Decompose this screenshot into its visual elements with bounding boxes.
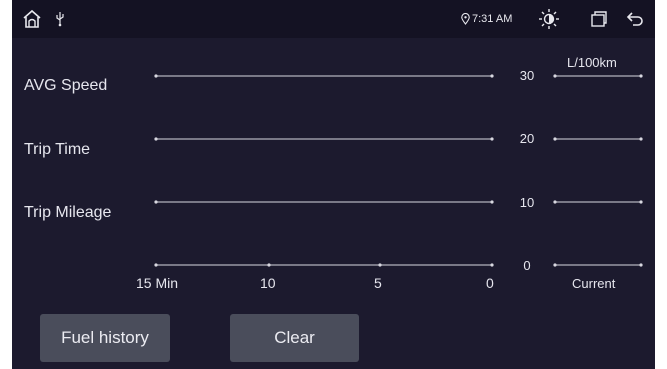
- fuel-value-30: 30: [519, 68, 535, 83]
- trip-computer-screen: 7:31 AM AVG Speed Trip Time Trip Mileage…: [12, 0, 655, 369]
- fuel-value-20: 20: [519, 131, 535, 146]
- current-trip-mileage-gridline-end: [639, 200, 643, 204]
- trip-mileage-gridline-start: [154, 200, 158, 204]
- avg-speed-label: AVG Speed: [24, 77, 108, 94]
- trip-time-gridline-end: [490, 137, 494, 141]
- time-axis-gridline-start: [154, 263, 158, 267]
- current-avg-speed-gridline-start: [553, 74, 557, 78]
- current-time-axis-gridline-end: [639, 263, 643, 267]
- time-label-5: 5: [374, 275, 382, 291]
- current-trip-time-gridline-end: [639, 137, 643, 141]
- time-axis-gridline-end: [490, 263, 494, 267]
- time-label-15-min: 15 Min: [136, 275, 179, 291]
- current-trip-time-gridline-start: [553, 137, 557, 141]
- time-label-10: 10: [260, 275, 276, 291]
- clear-button[interactable]: Clear: [230, 314, 359, 362]
- trip-mileage-gridline-end: [490, 200, 494, 204]
- trip-time-gridline-start: [154, 137, 158, 141]
- avg-speed-gridline-end: [490, 74, 494, 78]
- fuel-history-button[interactable]: Fuel history: [40, 314, 170, 362]
- current-trip-mileage-gridline-start: [553, 200, 557, 204]
- current-avg-speed-gridline-end: [639, 74, 643, 78]
- avg-speed-gridline-start: [154, 74, 158, 78]
- time-axis-tick-1: [378, 263, 382, 267]
- current-time-axis-gridline-start: [553, 263, 557, 267]
- current-label: Current: [572, 276, 616, 291]
- trip-mileage-label: Trip Mileage: [24, 204, 112, 221]
- time-axis-tick-0: [267, 263, 271, 267]
- fuel-value-0: 0: [523, 258, 531, 273]
- time-label-0: 0: [486, 275, 494, 291]
- fuel-value-10: 10: [519, 195, 535, 210]
- trip-time-label: Trip Time: [24, 141, 91, 158]
- fuel-unit-label: L/100km: [567, 55, 617, 70]
